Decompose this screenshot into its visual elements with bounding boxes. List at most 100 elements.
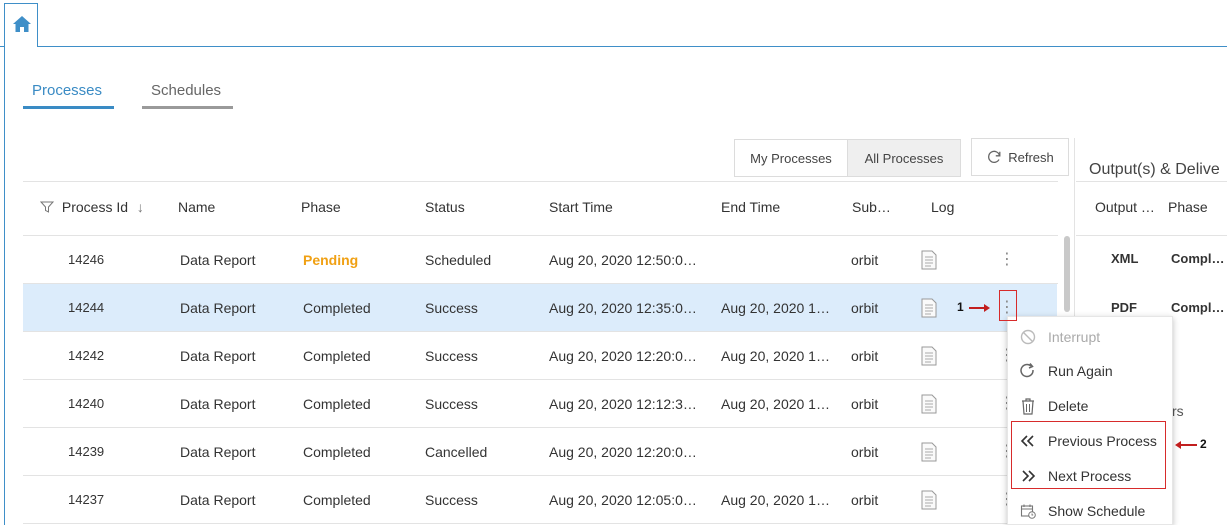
cell-submitter: orbit [851,492,879,508]
menu-item-delete[interactable]: Delete [1008,388,1174,423]
cell-submitter: orbit [851,252,879,268]
cell-name: Data Report [180,348,256,364]
output-header-output[interactable]: Output … [1095,199,1155,215]
cell-end-time: Aug 20, 2020 1… [721,300,830,316]
cell-name: Data Report [180,492,256,508]
header-end-time[interactable]: End Time [721,199,780,215]
row-divider [23,427,1058,428]
cell-status: Success [425,348,478,364]
cell-name: Data Report [180,444,256,460]
redo-icon [1008,362,1048,380]
output-cell-phase: Compl… [1171,251,1225,266]
cell-status: Cancelled [425,444,488,460]
table-row[interactable]: 14246 Data Report Pending Scheduled Aug … [23,236,1057,284]
home-icon [13,16,31,32]
filter-icon[interactable] [39,201,55,213]
refresh-label: Refresh [1008,149,1054,165]
sort-desc-icon[interactable]: ↓ [137,199,144,215]
log-document-icon[interactable] [921,442,937,462]
calendar-icon [1008,503,1048,519]
header-status[interactable]: Status [425,199,465,215]
table-row[interactable]: 14237 Data Report Completed Success Aug … [23,476,1057,524]
tab-processes-underline [23,106,114,109]
my-processes-button[interactable]: My Processes [734,139,848,177]
refresh-button[interactable]: Refresh [971,138,1069,176]
cell-end-time: Aug 20, 2020 1… [721,492,830,508]
output-cell-phase: Compl… [1171,300,1225,315]
top-bar [0,0,1227,47]
menu-item-label: Delete [1048,397,1089,414]
header-submitter[interactable]: Sub… [852,199,891,215]
row-divider [23,475,1058,476]
table-row[interactable]: 14242 Data Report Completed Success Aug … [23,332,1057,380]
cell-start-time: Aug 20, 2020 12:35:0… [549,300,697,316]
header-name[interactable]: Name [178,199,215,215]
annotation-box-kebab [999,290,1017,321]
log-document-icon[interactable] [921,394,937,414]
menu-item-label: Run Again [1048,362,1113,379]
header-process-id-label: Process Id [61,199,129,215]
table-row[interactable]: 14240 Data Report Completed Success Aug … [23,380,1057,428]
trash-icon [1008,397,1048,415]
output-header-phase[interactable]: Phase [1168,199,1208,215]
cell-process-id: 14246 [68,252,105,267]
header-log[interactable]: Log [931,199,954,215]
header-phase[interactable]: Phase [301,199,341,215]
cell-phase: Completed [303,300,371,316]
cell-submitter: orbit [851,348,879,364]
row-divider [23,283,1058,284]
annotation-arrow-2-head [1175,441,1181,449]
log-document-icon[interactable] [921,298,937,318]
home-tab[interactable] [4,3,38,47]
row-divider [23,379,1058,380]
table-row[interactable]: 14239 Data Report Completed Cancelled Au… [23,428,1057,476]
cell-name: Data Report [180,396,256,412]
header-process-id[interactable]: Process Id ↓ [39,199,144,215]
output-cell-type: XML [1111,251,1139,266]
annotation-arrow-2 [1181,444,1197,446]
row-actions-icon[interactable]: ⋮ [999,248,1015,272]
log-document-icon[interactable] [921,346,937,366]
menu-item-run-again[interactable]: Run Again [1008,353,1174,388]
cell-submitter: orbit [851,300,879,316]
cell-process-id: 14242 [68,348,105,363]
annotation-arrow-1 [969,307,985,309]
annotation-arrow-1-head [984,304,990,312]
log-document-icon[interactable] [921,490,937,510]
tab-schedules[interactable]: Schedules [151,82,221,99]
cell-start-time: Aug 20, 2020 12:20:0… [549,444,697,460]
cell-phase: Completed [303,492,371,508]
menu-item-label: Interrupt [1048,328,1101,345]
output-panel-title: Output(s) & Delive [1089,161,1220,178]
annotation-number-2: 2 [1200,437,1207,451]
cell-submitter: orbit [851,396,879,412]
header-start-time[interactable]: Start Time [549,199,613,215]
tab-strip-border [38,46,1227,47]
cell-start-time: Aug 20, 2020 12:20:0… [549,348,697,364]
log-document-icon[interactable] [921,250,937,270]
ban-icon [1008,329,1048,345]
menu-item-label: Show Schedule [1048,502,1146,519]
row-divider [23,331,1058,332]
cell-start-time: Aug 20, 2020 12:05:0… [549,492,697,508]
table-row-selected[interactable]: 14244 Data Report Completed Success Aug … [23,284,1057,332]
tab-schedules-underline [142,106,233,109]
cell-name: Data Report [180,300,256,316]
menu-item-show-schedule[interactable]: Show Schedule [1008,493,1174,525]
tab-processes[interactable]: Processes [32,82,102,99]
table-scrollbar[interactable] [1064,236,1070,312]
annotation-box-navigation [1011,421,1166,489]
content-border [4,47,5,525]
menu-item-interrupt[interactable]: Interrupt [1008,319,1174,354]
cell-name: Data Report [180,252,256,268]
table-top-border [23,181,1058,182]
all-processes-button[interactable]: All Processes [847,139,961,177]
annotation-number-1: 1 [957,300,964,314]
refresh-icon [988,150,1001,164]
cell-process-id: 14237 [68,492,105,507]
row-divider [23,523,1058,524]
cell-start-time: Aug 20, 2020 12:50:0… [549,252,697,268]
cell-status: Scheduled [425,252,492,268]
cell-status: Success [425,300,478,316]
cell-process-id: 14244 [68,300,105,315]
